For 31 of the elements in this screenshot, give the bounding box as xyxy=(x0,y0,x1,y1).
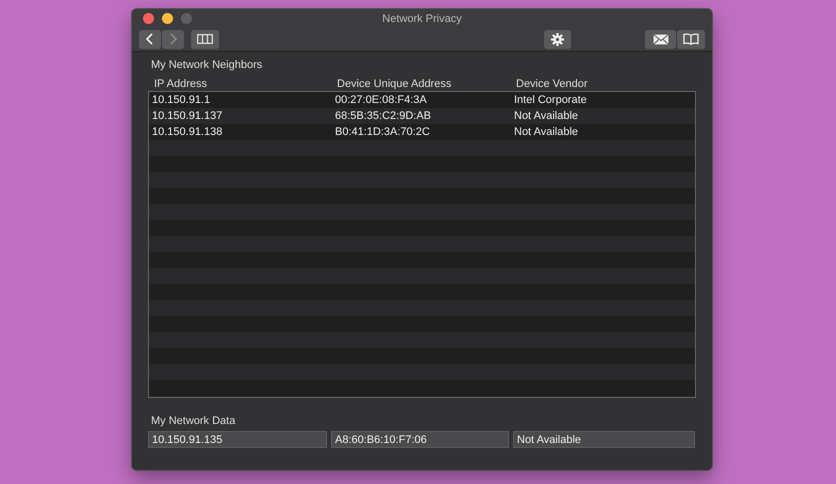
forward-icon xyxy=(169,33,177,45)
table-cell: Intel Corporate xyxy=(514,94,587,106)
table-cell-text: 10.150.91.138 xyxy=(151,126,224,138)
section-title: My Network Neighbors xyxy=(151,59,262,71)
back-button[interactable] xyxy=(139,30,161,48)
columns-button[interactable] xyxy=(191,30,219,48)
book-icon xyxy=(683,33,699,45)
minimize-button[interactable] xyxy=(162,13,173,24)
table-cell: Not Available xyxy=(514,126,578,138)
table-cell: Not Available xyxy=(514,110,578,122)
column-header: Device Vendor xyxy=(515,78,589,90)
column-header: IP Address xyxy=(153,78,208,90)
mail-icon xyxy=(652,34,668,44)
mail-button[interactable] xyxy=(645,30,676,48)
table-cell-text: B0:41:1D:3A:70:2C xyxy=(334,126,431,138)
window-title: Network Privacy xyxy=(382,12,462,24)
section-title: My Network Data xyxy=(151,415,236,427)
close-button[interactable] xyxy=(143,13,154,24)
column-header: Device Unique Address xyxy=(336,78,452,90)
text-field[interactable]: 10.150.91.135 xyxy=(148,431,327,448)
text-field[interactable]: A8:60:B6:10:F7:06 xyxy=(331,431,509,448)
book-button[interactable] xyxy=(677,30,705,48)
text-field[interactable]: Not Available xyxy=(513,431,695,448)
columns-icon xyxy=(197,34,213,44)
settings-icon xyxy=(551,32,564,46)
settings-button[interactable] xyxy=(544,30,571,48)
table-cell-text: 00:27:0E:08:F4:3A xyxy=(334,94,428,106)
table-cell-text: 10.150.91.137 xyxy=(151,110,224,122)
back-icon xyxy=(146,33,154,45)
table-cell-text: 10.150.91.1 xyxy=(151,94,212,106)
table-cell-text: 68:5B:35:C2:9D:AB xyxy=(334,110,432,122)
